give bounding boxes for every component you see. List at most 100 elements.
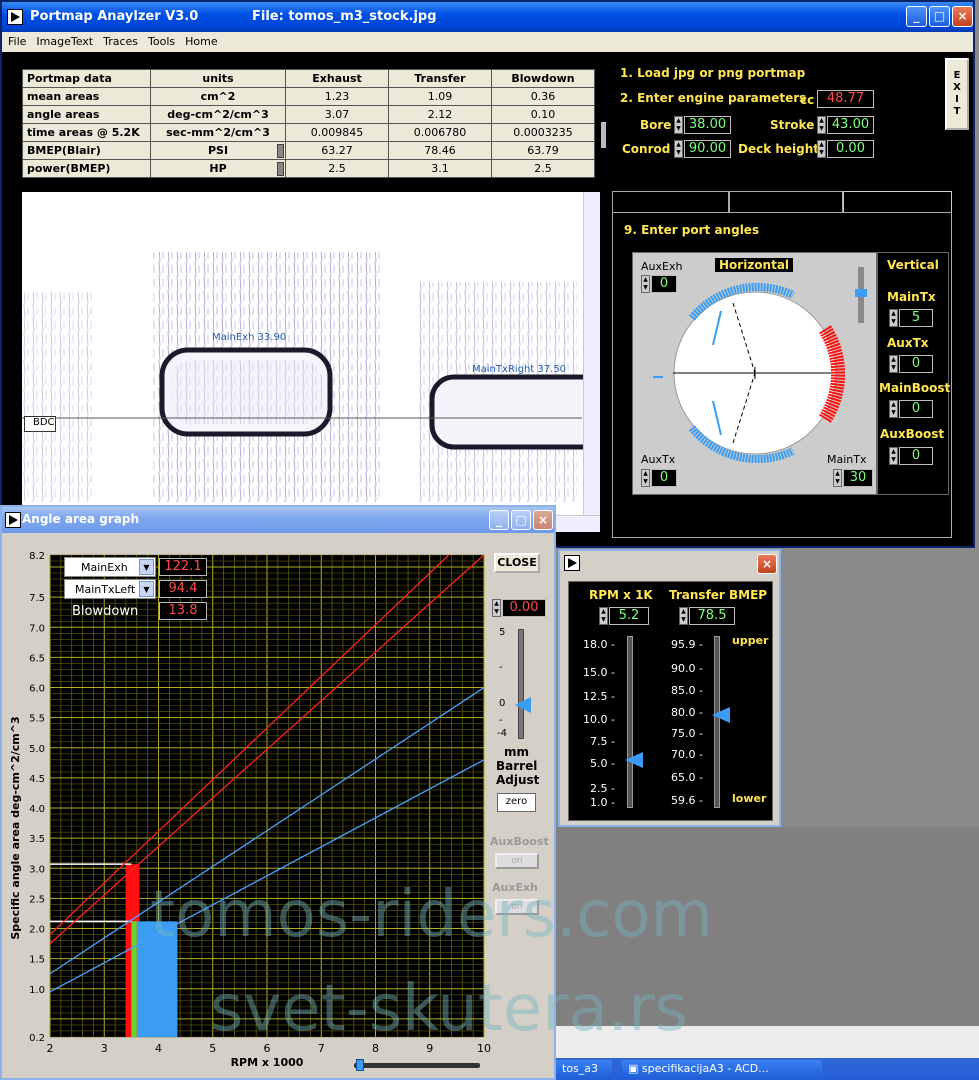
rpm-slider[interactable] [627, 636, 633, 808]
rpm-title-bar[interactable]: × [560, 551, 779, 577]
unit-select-hp[interactable]: HP [150, 159, 286, 178]
vertical-label: Vertical [887, 258, 939, 272]
v-main-boost-spinner[interactable]: ▲ ▼ [889, 400, 898, 418]
menu-traces[interactable]: Traces [97, 32, 142, 48]
blowdown-value: 13.8 [159, 602, 207, 620]
maximize-button[interactable]: □ [929, 6, 950, 27]
bmep-input[interactable]: 78.5 [689, 607, 735, 625]
bore-label: Bore [640, 118, 672, 132]
rpm-range-slider[interactable] [354, 1063, 480, 1068]
stroke-spinner[interactable]: ▲ ▼ [817, 116, 826, 134]
deck-spinner[interactable]: ▲ ▼ [817, 140, 826, 158]
rpm-spinner[interactable]: ▲ ▼ [599, 607, 608, 625]
cell-transfer: 3.1 [388, 159, 492, 178]
menu-home[interactable]: Home [179, 32, 221, 48]
rpm-tick-label: 15.0 - [583, 666, 615, 679]
bore-spinner[interactable]: ▲ ▼ [674, 116, 683, 134]
taskbar-item-1[interactable]: tos_a3 [556, 1060, 612, 1078]
header-transfer: Transfer [388, 69, 492, 88]
tab-2[interactable] [729, 191, 843, 213]
main-tx-right-label: MainTxRight 37.50 [472, 364, 567, 375]
barrel-adjust-slider[interactable] [518, 629, 524, 739]
image-vertical-scrollbar[interactable] [583, 192, 600, 532]
bdc-label: BDC [24, 416, 56, 432]
x-tick-label: 10 [477, 1042, 491, 1055]
main-tx-spinner[interactable]: ▲ ▼ [833, 469, 842, 487]
aux-tx-spinner[interactable]: ▲ ▼ [641, 469, 650, 487]
bmep-tick-label: 70.0 - [671, 748, 703, 761]
conrod-input[interactable]: 90.00 [684, 140, 731, 158]
series-select-1[interactable]: MainExh ▼ [64, 557, 156, 577]
barrel-tick-neg4: -4 [497, 728, 507, 739]
zero-label: zero [505, 796, 528, 807]
aux-boost-toggle[interactable]: on [495, 853, 539, 869]
v-aux-boost-input[interactable]: 0 [899, 447, 933, 465]
table-scrollbar[interactable] [601, 122, 606, 148]
y-tick-label: 7.0 [29, 623, 45, 634]
bmep-slider-thumb[interactable] [712, 707, 730, 723]
aux-exh-toggle-label-text: AuxExh [492, 881, 538, 894]
y-axis-label: Specific angle area deg-cm^2/cm^3 [9, 716, 22, 939]
main-title-bar[interactable]: Portmap Anaylzer V3.0 File: tomos_m3_sto… [2, 2, 973, 32]
minimize-button[interactable]: _ [906, 6, 927, 27]
v-aux-boost-spinner[interactable]: ▲ ▼ [889, 447, 898, 465]
aux-exh-toggle[interactable]: on [495, 899, 539, 915]
v-aux-tx-spinner[interactable]: ▲ ▼ [889, 355, 898, 373]
row-unit: sec-mm^2/cm^3 [150, 123, 286, 142]
rpm-tick-label: 1.0 - [590, 796, 615, 809]
v-main-boost-input[interactable]: 0 [899, 400, 933, 418]
graph-close-window-button[interactable]: × [533, 510, 553, 530]
document-icon: ▣ [628, 1062, 642, 1075]
cell-blowdown: 0.36 [491, 87, 595, 106]
rpm-panel: RPM x 1K Transfer BMEP ▲ ▼ 5.2 ▲ ▼ 78.5 18… [568, 581, 773, 821]
menu-file[interactable]: File [2, 32, 30, 48]
barrel-value: 0.00 [502, 599, 546, 617]
deck-height-input[interactable]: 0.00 [827, 140, 874, 158]
menu-tools[interactable]: Tools [142, 32, 179, 48]
aux-tx-input[interactable]: 0 [651, 469, 677, 487]
exit-button[interactable]: EXIT [945, 58, 969, 130]
barrel-slider-thumb[interactable] [515, 697, 531, 713]
rpm-close-button[interactable]: × [757, 554, 777, 574]
zero-button[interactable]: zero [497, 793, 536, 812]
y-tick-label: 6.5 [29, 653, 45, 664]
v-main-tx-input[interactable]: 5 [899, 309, 933, 327]
rpm-slider-thumb[interactable] [625, 752, 643, 768]
conrod-spinner[interactable]: ▲ ▼ [674, 140, 683, 158]
tab-1[interactable] [612, 191, 729, 213]
portmap-image-view[interactable]: MainExh 33.90 MainTxRight 37.50 BDC [22, 192, 600, 532]
graph-maximize-button[interactable]: □ [511, 510, 531, 530]
close-graph-label: CLOSE [497, 556, 537, 569]
main-tx-input[interactable]: 30 [843, 469, 873, 487]
x-tick-label: 5 [209, 1042, 216, 1055]
graph-minimize-button[interactable]: _ [489, 510, 509, 530]
rpm-tick-label: 18.0 - [583, 638, 615, 651]
unit-select-psi[interactable]: PSI [150, 141, 286, 160]
series-select-2[interactable]: MainTxLeft ▼ [64, 579, 156, 599]
close-button[interactable]: × [952, 6, 973, 27]
cell-exhaust: 0.009845 [285, 123, 389, 142]
window-title: Portmap Anaylzer V3.0 [30, 9, 199, 24]
y-tick-label: 2.0 [29, 925, 45, 936]
rpm-range-slider-thumb[interactable] [356, 1059, 364, 1071]
aux-tx-label: AuxTx [641, 453, 676, 466]
x-tick-label: 7 [318, 1042, 325, 1055]
rpm-tick-label: 5.0 - [590, 757, 615, 770]
barrel-spinner[interactable]: ▲ ▼ [492, 599, 501, 617]
taskbar-item-2[interactable]: ▣ specifikacijaA3 - ACD... [622, 1060, 822, 1078]
table-header-row: Portmap data units Exhaust Transfer Blow… [22, 69, 595, 88]
x-tick-label: 3 [101, 1042, 108, 1055]
graph-title-bar[interactable]: Angle area graph _ □ × [2, 507, 554, 533]
y-tick-label: 2.5 [29, 894, 45, 905]
tab-3-active[interactable] [843, 191, 952, 214]
v-main-tx-spinner[interactable]: ▲ ▼ [889, 309, 898, 327]
bmep-spinner[interactable]: ▲ ▼ [679, 607, 688, 625]
chart-bar [125, 921, 132, 1037]
y-tick-label: 3.0 [29, 864, 45, 875]
rpm-input[interactable]: 5.2 [609, 607, 649, 625]
v-aux-tx-input[interactable]: 0 [899, 355, 933, 373]
menu-imagetext[interactable]: ImageText [30, 32, 97, 48]
close-graph-button[interactable]: CLOSE [494, 553, 540, 573]
bore-input[interactable]: 38.00 [684, 116, 731, 134]
stroke-input[interactable]: 43.00 [827, 116, 874, 134]
